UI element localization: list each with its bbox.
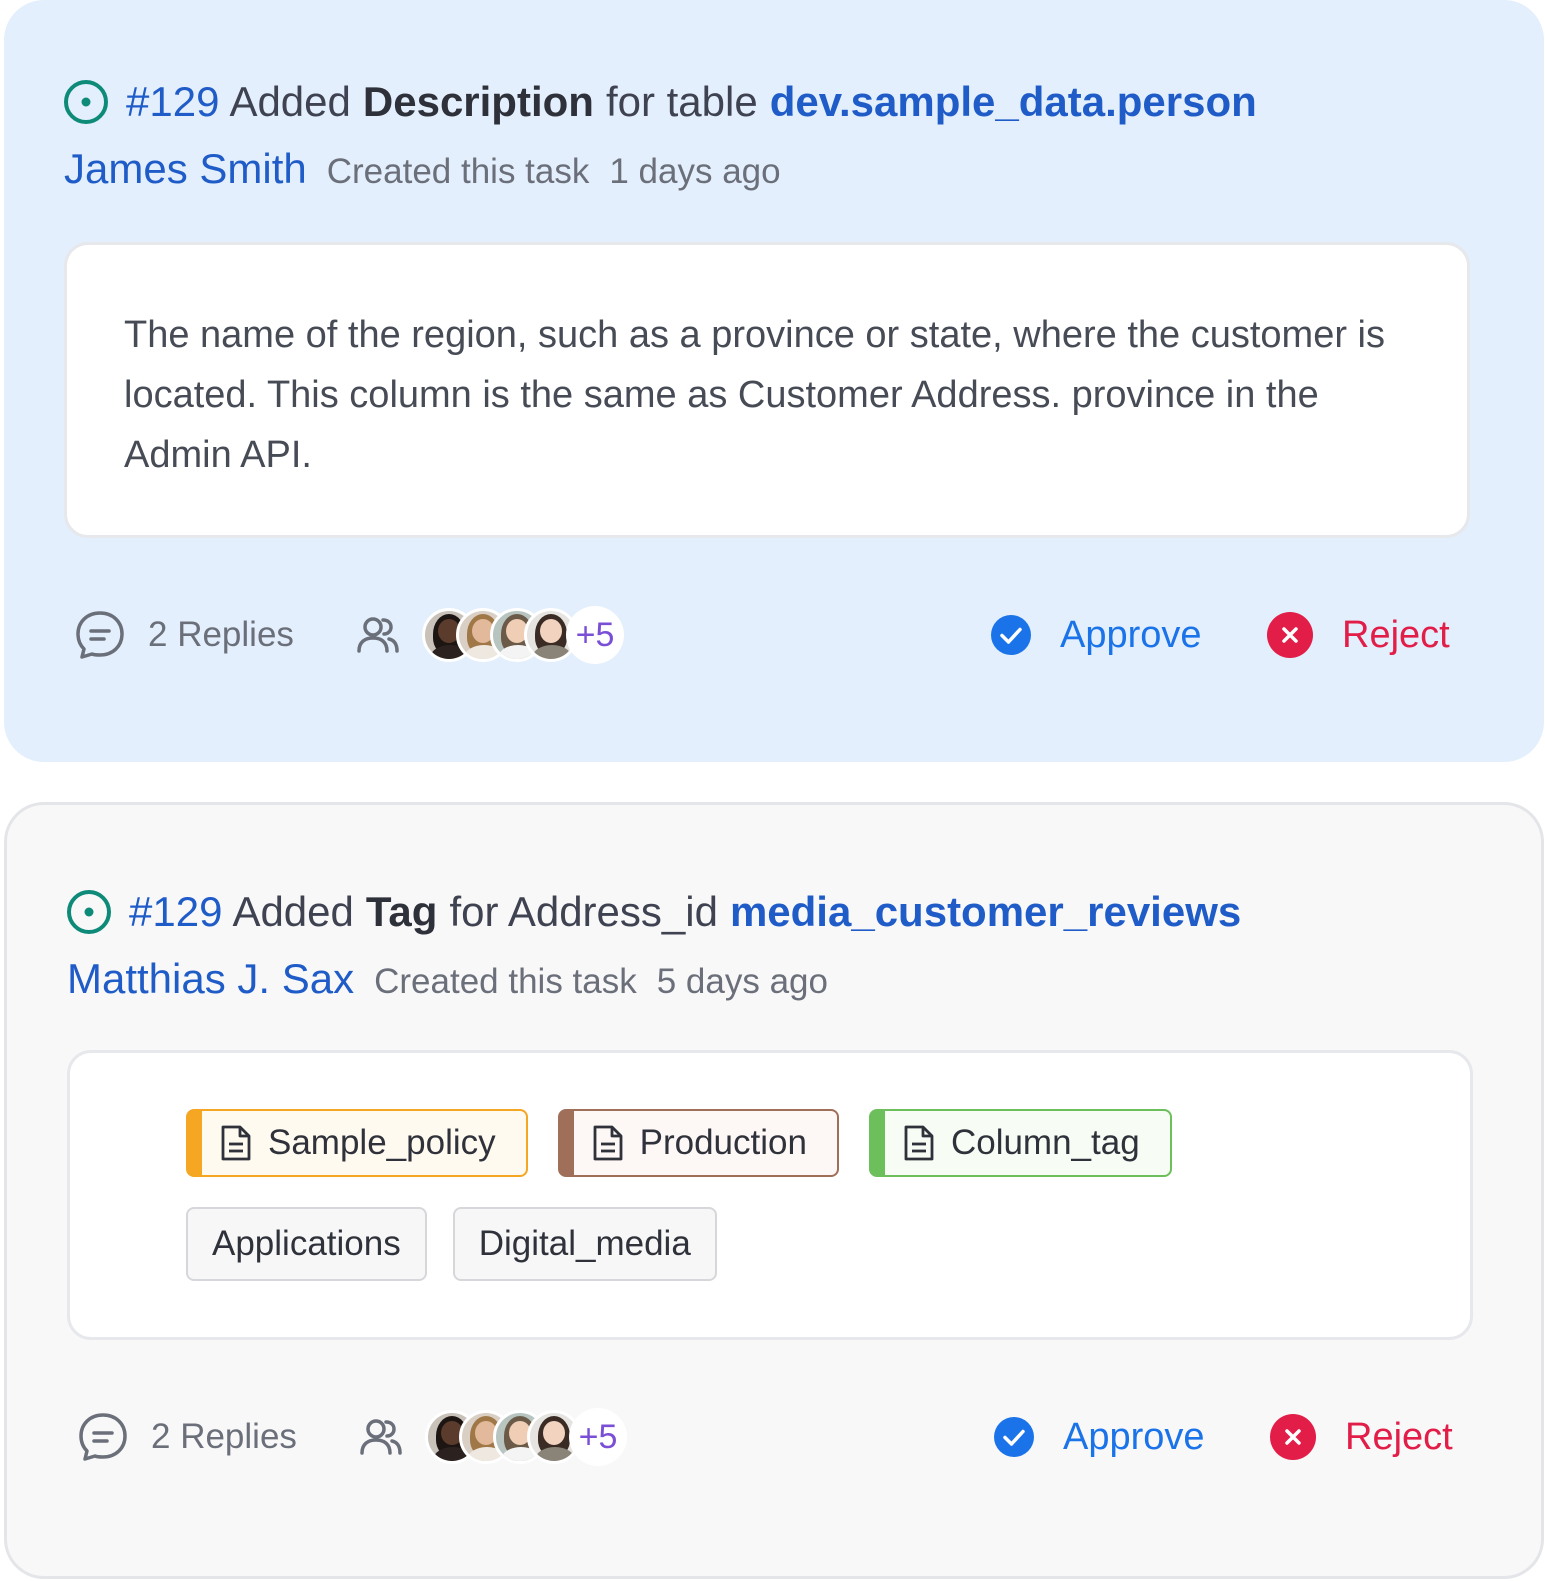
task-card-description: #129 Added Description for table dev.sam… bbox=[4, 0, 1544, 762]
replies-count: 2 Replies bbox=[151, 1417, 297, 1456]
tag-digital-media[interactable]: Digital_media bbox=[452, 1207, 717, 1281]
assignees-icon bbox=[359, 1402, 403, 1472]
open-status-icon bbox=[64, 80, 108, 124]
comment-icon bbox=[79, 1413, 127, 1461]
tag-production[interactable]: Production bbox=[557, 1109, 839, 1177]
approve-label: Approve bbox=[1063, 1415, 1205, 1458]
task-id[interactable]: #129 bbox=[126, 78, 219, 126]
classification-tags: Sample_policy Production Column_tag bbox=[186, 1109, 1172, 1177]
task-connector: for table bbox=[605, 78, 758, 125]
replies-count: 2 Replies bbox=[148, 615, 294, 654]
task-field: Description bbox=[362, 78, 594, 125]
approve-button[interactable]: Approve bbox=[993, 1402, 1205, 1472]
document-icon bbox=[221, 1125, 251, 1161]
task-action: Added bbox=[232, 888, 354, 935]
open-status-icon bbox=[67, 890, 111, 934]
time-ago: 1 days ago bbox=[609, 152, 781, 191]
tag-label: Production bbox=[639, 1123, 807, 1162]
task-meta: James Smith Created this task 1 days ago bbox=[64, 145, 801, 193]
more-assignees-count[interactable]: +5 bbox=[569, 1408, 627, 1466]
task-id[interactable]: #129 bbox=[129, 888, 222, 936]
check-circle-icon bbox=[991, 615, 1031, 655]
reject-button[interactable]: Reject bbox=[1266, 600, 1450, 670]
task-action: Added bbox=[229, 78, 351, 125]
created-label: Created this task bbox=[326, 152, 590, 191]
task-connector: for Address_id bbox=[449, 888, 718, 935]
created-label: Created this task bbox=[374, 962, 637, 1001]
tag-sample-policy[interactable]: Sample_policy bbox=[186, 1109, 528, 1177]
task-footer: 2 Replies +5 Approve Reject bbox=[74, 600, 1474, 670]
task-entity-link[interactable]: media_customer_reviews bbox=[730, 888, 1241, 936]
check-circle-icon bbox=[994, 1417, 1034, 1457]
tag-column-tag[interactable]: Column_tag bbox=[868, 1109, 1172, 1177]
users-icon bbox=[360, 1419, 402, 1455]
time-ago: 5 days ago bbox=[656, 962, 828, 1001]
description-text: The name of the region, such as a provin… bbox=[124, 314, 1385, 476]
tag-label: Sample_policy bbox=[268, 1123, 496, 1162]
task-entity-link[interactable]: dev.sample_data.person bbox=[770, 78, 1257, 126]
replies-button[interactable]: 2 Replies bbox=[77, 1402, 297, 1472]
task-author-link[interactable]: Matthias J. Sax bbox=[67, 955, 354, 1003]
replies-button[interactable]: 2 Replies bbox=[74, 600, 294, 670]
reject-label: Reject bbox=[1345, 1415, 1453, 1458]
assignees-icon bbox=[356, 600, 400, 670]
task-title: #129 Added Tag for Address_id media_cust… bbox=[65, 888, 1241, 936]
close-circle-icon bbox=[1267, 612, 1313, 658]
approve-button[interactable]: Approve bbox=[990, 600, 1202, 670]
assignee-avatars[interactable]: +5 bbox=[422, 600, 624, 670]
document-icon bbox=[593, 1125, 623, 1161]
task-footer: 2 Replies +5 Approve Reject bbox=[77, 1402, 1471, 1472]
tag-applications[interactable]: Applications bbox=[186, 1207, 427, 1281]
more-assignees-count[interactable]: +5 bbox=[566, 606, 624, 664]
tag-label: Column_tag bbox=[950, 1123, 1140, 1162]
comment-icon bbox=[76, 611, 124, 659]
task-title: #129 Added Description for table dev.sam… bbox=[62, 78, 1257, 126]
reject-button[interactable]: Reject bbox=[1269, 1402, 1453, 1472]
assignee-avatars[interactable]: +5 bbox=[425, 1402, 627, 1472]
plain-tags: Applications Digital_media bbox=[186, 1207, 717, 1281]
tag-label: Applications bbox=[212, 1224, 401, 1263]
close-circle-icon bbox=[1270, 1414, 1316, 1460]
task-meta: Matthias J. Sax Created this task 5 days… bbox=[67, 955, 848, 1003]
reject-label: Reject bbox=[1342, 613, 1450, 656]
tags-box: Sample_policy Production Column_tag Appl… bbox=[67, 1050, 1473, 1340]
document-icon bbox=[904, 1125, 934, 1161]
tag-label: Digital_media bbox=[478, 1224, 691, 1263]
approve-label: Approve bbox=[1060, 613, 1202, 656]
users-icon bbox=[357, 617, 399, 653]
task-field: Tag bbox=[365, 888, 438, 935]
description-box: The name of the region, such as a provin… bbox=[64, 242, 1470, 538]
task-card-tag: #129 Added Tag for Address_id media_cust… bbox=[4, 802, 1544, 1579]
task-author-link[interactable]: James Smith bbox=[64, 145, 307, 193]
